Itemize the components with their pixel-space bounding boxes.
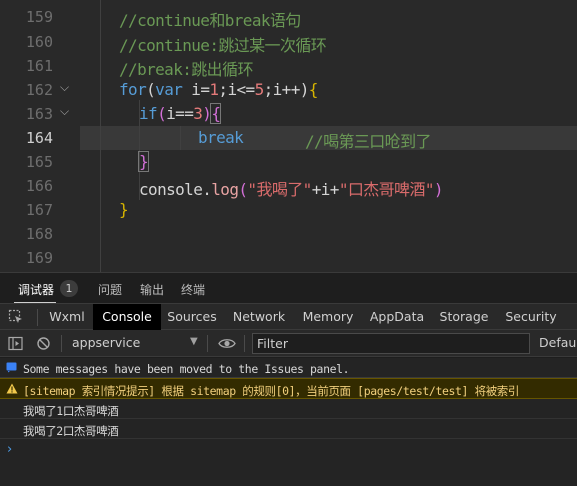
code-line[interactable]: 163 ⌵ if(i==3){ xyxy=(0,103,577,127)
code-punct: i= xyxy=(182,80,210,99)
code-punct: +i+ xyxy=(311,180,340,199)
inspect-element-icon[interactable] xyxy=(8,309,24,329)
line-number: 160 xyxy=(25,33,53,51)
keyword: break xyxy=(198,128,244,147)
console-message-info: Some messages have been moved to the Iss… xyxy=(0,358,577,378)
code-text: for(var i=1;i<=5;i++){ xyxy=(119,80,318,99)
log-levels-dropdown[interactable]: Default xyxy=(539,335,577,350)
tab-issues[interactable]: 问题 xyxy=(98,281,122,298)
fold-chevron-icon[interactable]: ⌵ xyxy=(60,104,69,119)
code-text: if(i==3){ xyxy=(139,103,222,124)
toolbar-divider xyxy=(61,335,62,352)
toolbar-divider xyxy=(244,335,245,352)
line-number: 159 xyxy=(25,8,53,26)
code-number: 5 xyxy=(254,80,265,99)
warning-icon xyxy=(6,383,18,397)
code-comment: //continue:跳过某一次循环 xyxy=(119,36,327,55)
tab-network[interactable]: Network xyxy=(229,304,289,330)
message-text: 我喝了1口杰哥啤酒 xyxy=(23,404,119,418)
keyword: if xyxy=(139,104,158,123)
tab-appdata[interactable]: AppData xyxy=(367,304,427,330)
toolbar-divider xyxy=(207,335,208,352)
code-line[interactable]: 162 ⌵ for(var i=1;i<=5;i++){ xyxy=(0,79,577,103)
panel-tab-bar: 调试器 1 问题 输出 终端 xyxy=(0,272,577,304)
code-line[interactable]: 169 xyxy=(0,247,577,271)
console-message-log: 我喝了2口杰哥啤酒 xyxy=(0,419,577,439)
code-comment: //喝第三口呛到了 xyxy=(305,132,431,151)
tab-memory[interactable]: Memory xyxy=(298,304,358,330)
code-punct: ;i++) xyxy=(263,80,310,99)
line-number: 166 xyxy=(25,177,53,195)
code-punct: ( xyxy=(146,80,156,99)
line-number: 169 xyxy=(25,249,53,267)
code-punct: ( xyxy=(157,104,167,123)
keyword: var xyxy=(155,80,183,99)
code-line[interactable]: 166 console.log("我喝了"+i+"口杰哥啤酒") xyxy=(0,175,577,199)
context-selector[interactable]: appservice xyxy=(72,335,140,350)
code-comment: //break:跳出循环 xyxy=(119,60,253,79)
console-message-warning: [sitemap 索引情况提示] 根据 sitemap 的规则[0]，当前页面 … xyxy=(0,378,577,399)
code-brace: } xyxy=(119,200,129,219)
code-number: 3 xyxy=(193,104,203,123)
code-line[interactable]: 167 } xyxy=(0,199,577,223)
message-text: 我喝了2口杰哥啤酒 xyxy=(23,424,119,438)
fold-chevron-icon[interactable]: ⌵ xyxy=(60,80,69,95)
keyword: for xyxy=(119,80,147,99)
code-line[interactable]: 159 //continue和break语句 xyxy=(0,6,577,30)
line-number: 168 xyxy=(25,225,53,243)
message-text: [sitemap 索引情况提示] 根据 sitemap 的规则[0]，当前页面 … xyxy=(23,384,519,398)
code-text: break xyxy=(198,128,244,147)
matched-brace: } xyxy=(137,151,150,172)
tab-storage[interactable]: Storage xyxy=(436,304,492,330)
line-number: 163 xyxy=(25,105,53,123)
line-number: 164 xyxy=(25,129,53,147)
code-line[interactable]: 165 } xyxy=(0,151,577,175)
console-message-log: 我喝了1口杰哥啤酒 xyxy=(0,399,577,419)
code-string: "我喝了" xyxy=(247,180,312,199)
devtools-tab-bar: Wxml Console Sources Network Memory AppD… xyxy=(0,303,577,330)
clear-console-icon[interactable] xyxy=(36,336,51,355)
line-number: 165 xyxy=(25,153,53,171)
sidebar-toggle-icon[interactable] xyxy=(8,336,23,355)
matched-brace: { xyxy=(210,103,222,124)
tab-debugger[interactable]: 调试器 xyxy=(18,281,54,298)
tab-output[interactable]: 输出 xyxy=(140,281,164,298)
code-text: console.log("我喝了"+i+"口杰哥啤酒") xyxy=(139,176,444,200)
console-prompt-chevron-icon[interactable]: › xyxy=(7,442,12,457)
code-line[interactable]: 161 //break:跳出循环 xyxy=(0,55,577,79)
code-editor[interactable]: 159 //continue和break语句 160 //continue:跳过… xyxy=(0,0,577,272)
line-number: 161 xyxy=(25,57,53,75)
code-punct: ;i<= xyxy=(218,80,255,99)
tab-sources[interactable]: Sources xyxy=(164,304,220,330)
message-info-icon xyxy=(6,362,17,376)
filter-input[interactable] xyxy=(252,333,530,354)
code-line[interactable]: 160 //continue:跳过某一次循环 xyxy=(0,31,577,55)
code-punct: ) xyxy=(202,104,212,123)
code-brace: { xyxy=(308,80,319,99)
code-line-current[interactable]: 164 break //喝第三口呛到了 xyxy=(0,127,577,151)
tab-terminal[interactable]: 终端 xyxy=(181,281,205,298)
console-output[interactable]: Some messages have been moved to the Iss… xyxy=(0,358,577,486)
line-number: 167 xyxy=(25,201,53,219)
toolbar-divider xyxy=(37,309,38,326)
issues-count-badge: 1 xyxy=(60,280,78,297)
tab-wxml[interactable]: Wxml xyxy=(44,304,90,330)
line-number: 162 xyxy=(25,81,53,99)
message-text: Some messages have been moved to the Iss… xyxy=(23,362,350,376)
code-punct: ) xyxy=(433,180,444,199)
code-line[interactable]: 168 xyxy=(0,223,577,247)
eye-icon[interactable] xyxy=(218,336,236,355)
code-comment: //continue和break语句 xyxy=(119,11,301,30)
chevron-down-icon[interactable]: ▼ xyxy=(190,336,198,347)
code-identifier: console. xyxy=(139,180,212,199)
tab-security[interactable]: Security xyxy=(502,304,560,330)
code-function: log xyxy=(211,180,239,199)
console-toolbar: appservice ▼ Default xyxy=(0,330,577,357)
code-punct: i== xyxy=(166,104,194,123)
tab-console[interactable]: Console xyxy=(93,304,161,330)
code-string: "口杰哥啤酒" xyxy=(338,180,435,199)
